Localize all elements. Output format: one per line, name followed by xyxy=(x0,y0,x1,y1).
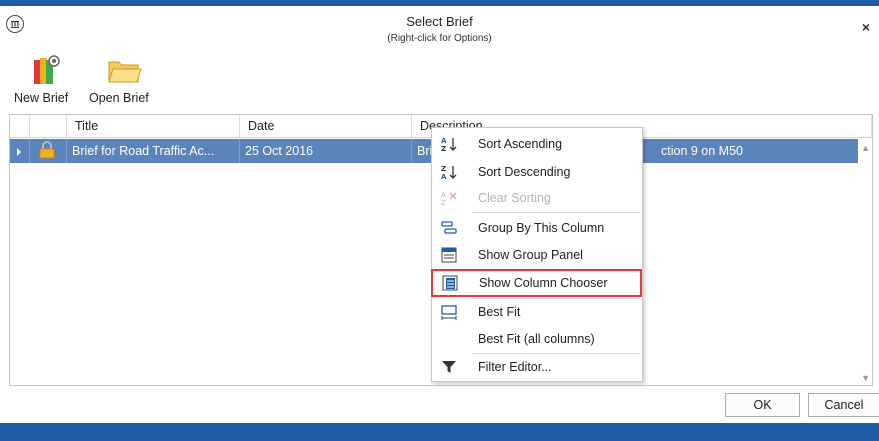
column-header-title[interactable]: Title xyxy=(67,115,240,137)
menu-label-clear-sorting: Clear Sorting xyxy=(478,191,551,205)
new-brief-icon xyxy=(34,55,60,84)
window-title: Select Brief xyxy=(406,14,473,29)
status-bar xyxy=(0,423,879,441)
svg-text:Z: Z xyxy=(441,199,446,206)
cell-title: Brief for Road Traffic Ac... xyxy=(67,139,240,163)
menu-item-best-fit-all[interactable]: Best Fit (all columns) xyxy=(432,327,642,351)
dialog-footer: OK Cancel xyxy=(0,386,879,423)
menu-separator xyxy=(472,212,640,213)
header-lock-cell xyxy=(30,115,67,137)
cancel-button[interactable]: Cancel xyxy=(808,393,879,417)
menu-label-best-fit: Best Fit xyxy=(478,305,521,319)
column-context-menu: AZ Sort Ascending ZA Sort Descending AZ … xyxy=(431,127,643,382)
menu-label-best-fit-all: Best Fit (all columns) xyxy=(478,332,595,346)
sort-descending-icon: ZA xyxy=(441,164,457,180)
menu-separator xyxy=(472,353,640,354)
toolbar: New Brief Open Brief xyxy=(0,52,879,114)
menu-label-sort-descending: Sort Descending xyxy=(478,165,571,179)
menu-item-best-fit[interactable]: Best Fit xyxy=(432,300,642,324)
menu-item-show-column-chooser[interactable]: Show Column Chooser xyxy=(431,269,642,297)
menu-item-group-by-column[interactable]: Group By This Column xyxy=(432,216,642,240)
new-brief-button[interactable]: New Brief xyxy=(14,52,74,112)
lock-icon xyxy=(30,139,67,163)
clear-sorting-icon: AZ xyxy=(441,190,457,206)
row-indicator-icon xyxy=(10,139,30,163)
menu-item-filter-editor[interactable]: Filter Editor... xyxy=(432,355,642,379)
menu-label-group-by-column: Group By This Column xyxy=(478,221,605,235)
svg-text:A: A xyxy=(441,137,447,145)
close-icon[interactable]: × xyxy=(859,20,873,34)
svg-text:Z: Z xyxy=(441,145,446,152)
sort-ascending-icon: AZ xyxy=(441,136,457,152)
cell-description-start: Bri xyxy=(417,144,433,158)
best-fit-icon xyxy=(441,304,457,320)
scroll-down-icon[interactable]: ▼ xyxy=(861,373,870,383)
menu-separator xyxy=(472,298,640,299)
cell-date: 25 Oct 2016 xyxy=(240,139,412,163)
menu-label-show-column-chooser: Show Column Chooser xyxy=(479,276,608,290)
new-brief-label: New Brief xyxy=(14,91,69,105)
group-panel-icon xyxy=(441,247,457,263)
menu-label-sort-ascending: Sort Ascending xyxy=(478,137,563,151)
menu-item-show-group-panel[interactable]: Show Group Panel xyxy=(432,243,642,267)
open-brief-label: Open Brief xyxy=(89,91,149,105)
cell-description-end: ction 9 on M50 xyxy=(661,144,743,158)
svg-text:A: A xyxy=(441,173,447,180)
column-chooser-icon xyxy=(442,275,458,291)
ok-button[interactable]: OK xyxy=(725,393,800,417)
menu-item-sort-descending[interactable]: ZA Sort Descending xyxy=(432,160,642,184)
svg-text:Z: Z xyxy=(441,165,446,173)
scroll-up-icon[interactable]: ▲ xyxy=(861,143,870,153)
menu-label-filter-editor: Filter Editor... xyxy=(478,360,552,374)
title-bar: Select Brief (Right-click for Options) × xyxy=(0,6,879,52)
header-indicator-cell xyxy=(10,115,30,137)
select-brief-dialog: Select Brief (Right-click for Options) ×… xyxy=(0,0,879,441)
folder-open-icon xyxy=(108,61,142,83)
group-by-icon xyxy=(441,220,457,236)
svg-text:A: A xyxy=(441,191,446,199)
column-header-date[interactable]: Date xyxy=(240,115,412,137)
menu-item-clear-sorting: AZ Clear Sorting xyxy=(432,186,642,210)
filter-icon xyxy=(441,359,457,375)
menu-item-sort-ascending[interactable]: AZ Sort Ascending xyxy=(432,132,642,156)
open-brief-button[interactable]: Open Brief xyxy=(88,52,158,112)
window-subtitle: (Right-click for Options) xyxy=(387,33,492,44)
menu-label-show-group-panel: Show Group Panel xyxy=(478,248,583,262)
